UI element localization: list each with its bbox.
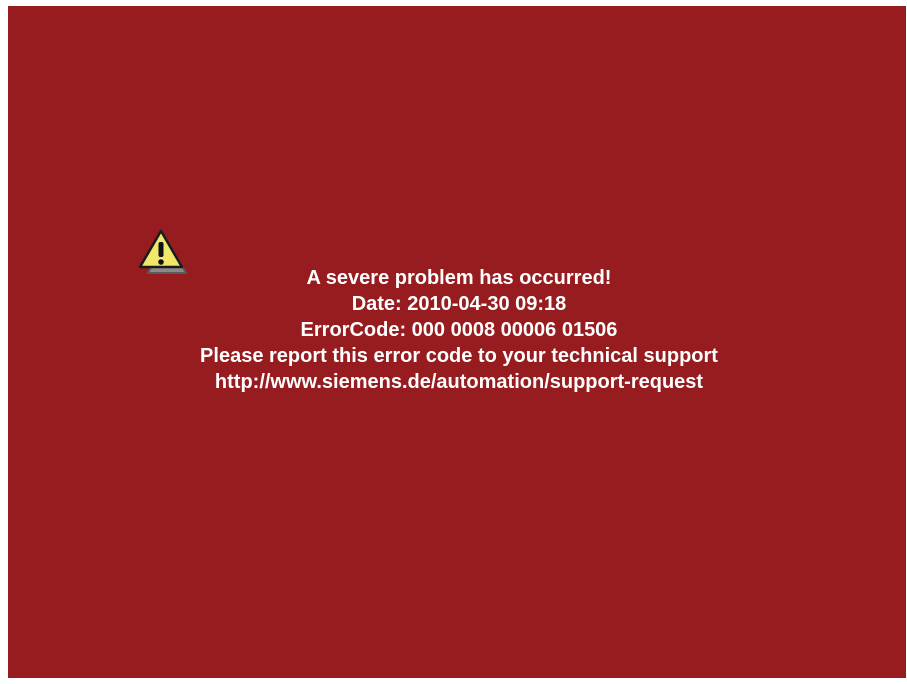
error-message: A severe problem has occurred! Date: 201… [0,265,907,395]
support-url: http://www.siemens.de/automation/support… [214,371,704,393]
error-instruction: Please report this error code to your te… [200,345,718,367]
error-date: Date: 2010-04-30 09:18 [351,293,567,315]
error-headline: A severe problem has occurred! [306,267,612,289]
error-code: ErrorCode: 000 0008 00006 01506 [300,319,618,341]
